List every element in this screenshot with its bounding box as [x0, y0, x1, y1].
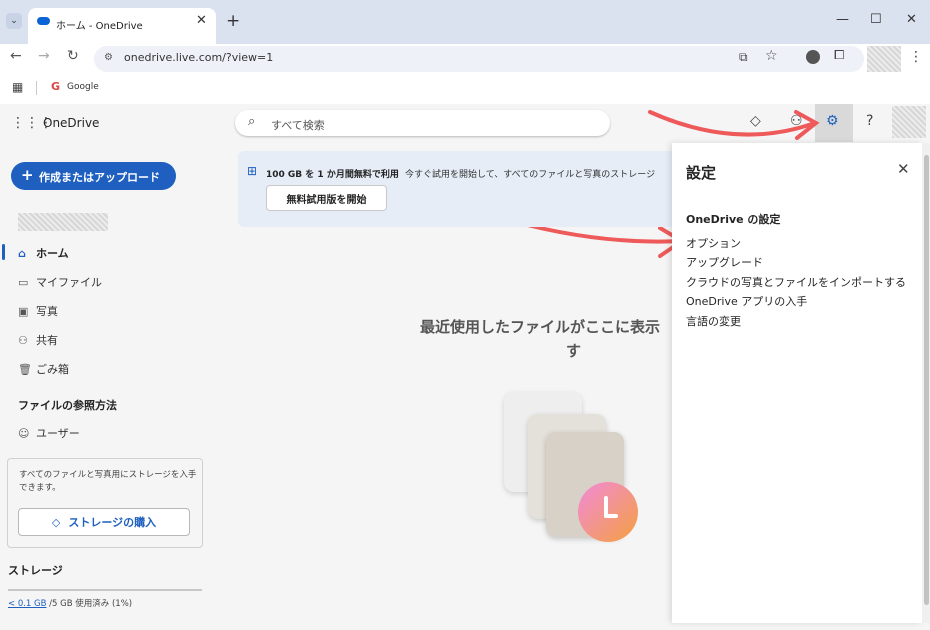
diamond-icon: ◇	[51, 516, 61, 529]
active-indicator	[2, 244, 5, 260]
storage-title: ストレージ	[8, 564, 63, 577]
scrollbar-thumb[interactable]	[924, 155, 929, 605]
people-icon: ⚇	[18, 334, 28, 347]
gift-icon: ⊞	[247, 164, 258, 178]
storage-progress-bar	[8, 589, 202, 591]
nav-recycle-bin[interactable]: 🗑 ごみ箱	[18, 361, 69, 377]
browse-section-title: ファイルの参照方法	[18, 399, 117, 412]
plus-icon: +	[21, 166, 34, 184]
folder-icon: ▭	[18, 276, 29, 289]
nav-home[interactable]: ⌂ ホーム	[18, 245, 69, 261]
settings-link-import[interactable]: クラウドの写真とファイルをインポートする	[686, 274, 906, 290]
settings-link-upgrade[interactable]: アップグレード	[686, 254, 763, 270]
start-trial-button[interactable]: 無料試用版を開始	[266, 185, 387, 211]
create-upload-button[interactable]: + 作成またはアップロード	[11, 162, 176, 190]
buy-storage-button[interactable]: ◇ ストレージの購入	[18, 508, 190, 536]
clock-icon	[578, 482, 638, 542]
photo-icon: ▣	[18, 305, 29, 318]
banner-title: 100 GB を 1 か月間無料で利用	[266, 170, 399, 180]
nav-people[interactable]: ☺ ユーザー	[18, 425, 80, 441]
create-label: 作成またはアップロード	[39, 171, 160, 184]
banner-subtitle: 今すぐ試用を開始して、すべてのファイルと写真のストレージ	[405, 170, 656, 180]
settings-link-get-app[interactable]: OneDrive アプリの入手	[686, 293, 807, 309]
close-icon[interactable]: ✕	[897, 160, 910, 178]
settings-link-options[interactable]: オプション	[686, 235, 741, 251]
trash-icon: 🗑	[18, 363, 32, 376]
home-icon: ⌂	[18, 247, 26, 260]
nav-shared[interactable]: ⚇ 共有	[18, 332, 58, 348]
settings-title: 設定	[686, 164, 717, 182]
person-icon: ☺	[18, 427, 30, 440]
nav-photos[interactable]: ▣ 写真	[18, 303, 58, 319]
storage-usage: < 0.1 GB /5 GB 使用済み (1%)	[8, 599, 133, 609]
account-name-blurred	[18, 213, 108, 231]
storage-used-link[interactable]: < 0.1 GB	[8, 599, 46, 609]
storage-promo-text: すべてのファイルと写真用にストレージを入手できます。	[19, 470, 197, 493]
empty-state-title: 最近使用したファイルがここに表示	[420, 318, 661, 336]
settings-section-title: OneDrive の設定	[686, 213, 781, 226]
settings-link-language[interactable]: 言語の変更	[686, 313, 741, 329]
empty-state-title-cont: す	[566, 342, 582, 360]
nav-my-files[interactable]: ▭ マイファイル	[18, 274, 102, 290]
empty-state-illustration	[496, 392, 642, 542]
